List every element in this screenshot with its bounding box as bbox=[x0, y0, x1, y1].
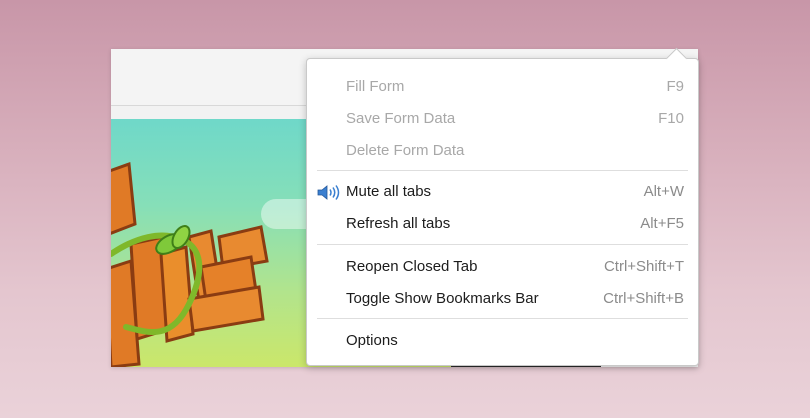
menu-item-delete-form-data[interactable]: Delete Form Data bbox=[307, 136, 698, 166]
menu-item-shortcut: Alt+F5 bbox=[640, 215, 684, 232]
speaker-icon bbox=[317, 185, 340, 200]
menu-separator bbox=[317, 170, 688, 171]
menu-item-shortcut: Alt+W bbox=[643, 183, 684, 200]
menu-item-save-form-data[interactable]: Save Form Data F10 bbox=[307, 104, 698, 134]
menu-item-shortcut: F10 bbox=[658, 110, 684, 127]
menu-item-reopen-closed-tab[interactable]: Reopen Closed Tab Ctrl+Shift+T bbox=[307, 252, 698, 282]
menu-item-label: Options bbox=[346, 332, 398, 349]
menu-item-label: Save Form Data bbox=[346, 110, 456, 127]
menu-item-shortcut: F9 bbox=[666, 78, 684, 95]
menu-item-refresh-all-tabs[interactable]: Refresh all tabs Alt+F5 bbox=[307, 209, 698, 239]
menu-item-label: Delete Form Data bbox=[346, 142, 465, 159]
menu-item-mute-all-tabs[interactable]: Mute all tabs Alt+W bbox=[307, 177, 698, 207]
menu-item-label: Fill Form bbox=[346, 78, 405, 95]
menu-separator bbox=[317, 244, 688, 245]
menu-item-shortcut: Ctrl+Shift+T bbox=[603, 258, 684, 275]
menu-item-fill-form[interactable]: Fill Form F9 bbox=[307, 72, 698, 102]
menu-item-shortcut: Ctrl+Shift+B bbox=[603, 290, 684, 307]
menu-item-label: Toggle Show Bookmarks Bar bbox=[346, 290, 539, 307]
menu-item-label: Mute all tabs bbox=[346, 183, 432, 200]
menu-separator bbox=[317, 318, 688, 319]
menu-item-toggle-bookmarks-bar[interactable]: Toggle Show Bookmarks Bar Ctrl+Shift+B bbox=[307, 284, 698, 314]
menu-item-label: Refresh all tabs bbox=[346, 215, 451, 232]
menu-item-options[interactable]: Options bbox=[307, 326, 698, 356]
menu-item-label: Reopen Closed Tab bbox=[346, 258, 478, 275]
context-menu: Fill Form F9 Save Form Data F10 Delete F… bbox=[306, 47, 699, 366]
